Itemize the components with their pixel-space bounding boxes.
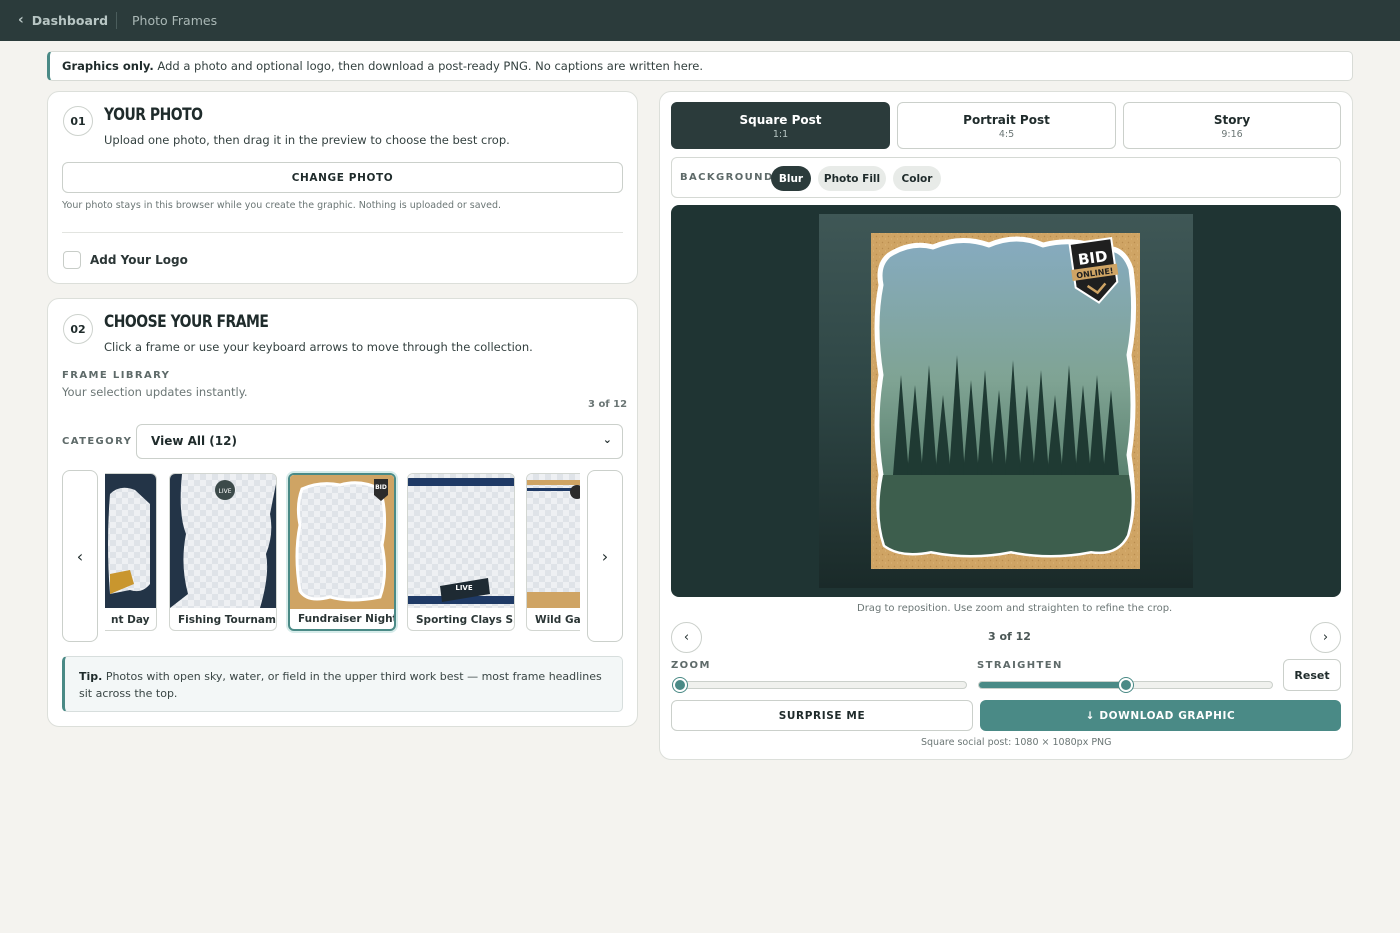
your-photo-subtitle: Upload one photo, then drag it in the pr… [104, 133, 510, 147]
step-1-divider [62, 232, 623, 233]
choose-frame-title: CHOOSE YOUR FRAME [104, 312, 269, 332]
frame-caption-2: Fundraiser Night [298, 613, 396, 625]
zoom-label: ZOOM [671, 660, 711, 671]
add-logo-label[interactable]: Add Your Logo [90, 253, 188, 267]
frame-library-subtitle: Your selection updates instantly. [62, 385, 248, 399]
format-story-tab[interactable]: Story 9:16 [1123, 102, 1341, 149]
tip-bold: Tip. [79, 670, 103, 683]
step-2-number: 02 [63, 314, 93, 344]
format-square-post-tab[interactable]: Square Post 1:1 [671, 102, 890, 149]
step-1-number: 01 [63, 106, 93, 136]
background-blur-option[interactable]: Blur [771, 166, 811, 191]
breadcrumb-divider [116, 12, 117, 29]
photo-tip: Tip. Photos with open sky, water, or fie… [62, 656, 623, 712]
frame-caption-0: nt Day [111, 614, 150, 626]
frame-art-3: LIVE [408, 474, 514, 608]
format-ratio: 1:1 [772, 129, 789, 140]
graphics-only-notice: Graphics only. Add a photo and optional … [47, 51, 1353, 81]
format-name: Portrait Post [963, 113, 1050, 127]
preview-frame-counter: 3 of 12 [988, 630, 1031, 643]
background-photo-fill-option[interactable]: Photo Fill [818, 166, 886, 191]
background-options: BACKGROUND Blur Photo Fill Color [671, 157, 1341, 198]
chevron-left-icon: ‹ [18, 12, 24, 28]
frame-thumbnail-strip: nt Day LIVE Fishing Tournam… BID Fundrai… [105, 471, 580, 635]
preview-next-frame-button[interactable]: › [1310, 622, 1341, 653]
frame-caption-4: Wild Gan [535, 614, 580, 626]
straighten-slider[interactable] [978, 678, 1273, 692]
preview-prev-frame-button[interactable]: ‹ [671, 622, 702, 653]
category-label: CATEGORY [62, 436, 133, 447]
back-label: Dashboard [31, 12, 109, 28]
frame-thumbnail-4[interactable]: Wild Gan [526, 473, 580, 631]
format-portrait-post-tab[interactable]: Portrait Post 4:5 [897, 102, 1116, 149]
frame-caption-3: Sporting Clays S… [416, 614, 515, 626]
frame-art-0 [105, 474, 156, 608]
notice-text: Add a photo and optional logo, then down… [153, 59, 703, 73]
graphic-preview-canvas[interactable]: BID ONLINE! [671, 205, 1341, 597]
add-logo-checkbox[interactable] [63, 251, 81, 269]
format-name: Story [1213, 113, 1251, 127]
back-to-dashboard-link[interactable]: ‹ Dashboard [18, 12, 108, 28]
straighten-slider-handle[interactable] [1119, 678, 1133, 692]
svg-text:LIVE: LIVE [218, 488, 231, 495]
download-graphic-button[interactable]: ↓ DOWNLOAD GRAPHIC [980, 700, 1341, 731]
tip-text: Photos with open sky, water, or field in… [79, 670, 602, 700]
format-name: Square Post [739, 113, 822, 127]
frame-caption-1: Fishing Tournam… [178, 614, 277, 626]
surprise-me-button[interactable]: SURPRISE ME [671, 700, 973, 731]
frames-next-button[interactable]: › [587, 470, 623, 642]
frame-art-1: LIVE [170, 474, 276, 608]
svg-text:LIVE: LIVE [455, 584, 472, 592]
frame-library-label: FRAME LIBRARY [62, 370, 171, 381]
frames-prev-button[interactable]: ‹ [62, 470, 98, 642]
reset-button[interactable]: Reset [1283, 659, 1341, 691]
svg-text:BID: BID [375, 484, 387, 491]
preview-hint: Drag to reposition. Use zoom and straigh… [857, 603, 1173, 614]
frame-art-4 [527, 474, 580, 608]
notice-bold: Graphics only. [62, 59, 154, 73]
category-select[interactable]: View All (12) ⌄ [136, 424, 623, 459]
frame-counter: 3 of 12 [588, 399, 628, 410]
choose-frame-subtitle: Click a frame or use your keyboard arrow… [104, 340, 533, 354]
straighten-label: STRAIGHTEN [977, 660, 1063, 671]
frame-thumbnail-3[interactable]: LIVE Sporting Clays S… [407, 473, 515, 631]
format-ratio: 9:16 [1221, 129, 1243, 140]
zoom-slider-handle[interactable] [673, 678, 687, 692]
frame-thumbnail-2[interactable]: BID Fundraiser Night [288, 473, 396, 631]
privacy-note: Your photo stays in this browser while y… [62, 200, 502, 211]
straighten-slider-fill [979, 682, 1126, 688]
category-value: View All (12) [151, 434, 237, 448]
download-note: Square social post: 1080 × 1080px PNG [921, 737, 1112, 748]
background-color-option[interactable]: Color [893, 166, 941, 191]
frame-art-2: BID [290, 475, 394, 609]
frame-thumbnail-1[interactable]: LIVE Fishing Tournam… [169, 473, 277, 631]
your-photo-title: YOUR PHOTO [104, 105, 203, 125]
chevron-down-icon: ⌄ [602, 433, 612, 446]
format-ratio: 4:5 [998, 129, 1015, 140]
preview-artwork: BID ONLINE! [819, 214, 1193, 588]
top-bar: ‹ Dashboard Photo Frames [0, 0, 1400, 41]
breadcrumb-current: Photo Frames [132, 13, 218, 28]
background-label: BACKGROUND [680, 172, 774, 183]
change-photo-button[interactable]: CHANGE PHOTO [62, 162, 623, 193]
zoom-slider[interactable] [672, 678, 967, 692]
frame-thumbnail-0[interactable]: nt Day [105, 473, 157, 631]
